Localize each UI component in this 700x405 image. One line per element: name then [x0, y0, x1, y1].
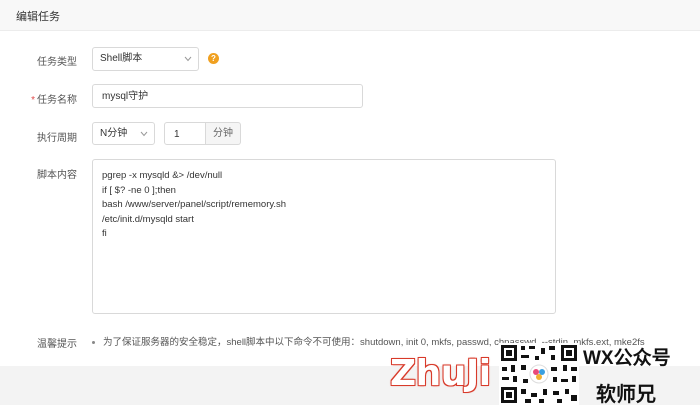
- tips-label: 温馨提示: [37, 339, 77, 350]
- script-line: /etc/init.d/mysqld start: [102, 213, 194, 225]
- script-line: if [ $? -ne 0 ];then: [102, 184, 176, 196]
- dialog-title: 编辑任务: [16, 11, 60, 23]
- help-icon[interactable]: ?: [208, 53, 219, 64]
- watermark-name: 软师兄: [596, 384, 656, 405]
- task-type-value: Shell脚本: [100, 53, 143, 64]
- task-name-label: * 任务名称: [31, 95, 77, 106]
- script-line: pgrep -x mysqld &> /dev/null: [102, 170, 223, 181]
- task-type-label: 任务类型: [37, 57, 77, 68]
- script-line: fi: [102, 228, 107, 239]
- watermark-brand: ZhuJi: [390, 353, 491, 394]
- script-label: 脚本内容: [37, 170, 77, 181]
- script-textarea[interactable]: pgrep -x mysqld &> /dev/null if [ $? -ne…: [92, 159, 556, 314]
- chevron-down-icon: [184, 56, 192, 62]
- chevron-down-icon: [140, 131, 148, 137]
- dialog-header: 编辑任务: [0, 0, 700, 31]
- watermark-wx: WX公众号: [583, 348, 671, 369]
- period-unit-select[interactable]: N分钟: [92, 122, 155, 145]
- task-type-select[interactable]: Shell脚本: [92, 47, 199, 71]
- task-name-input[interactable]: mysql守护: [92, 84, 363, 108]
- bullet-icon: [92, 340, 95, 344]
- period-number-input[interactable]: 1: [164, 122, 206, 145]
- script-line: bash /www/server/panel/script/rememory.s…: [102, 199, 287, 210]
- period-unit-addon: 分钟: [206, 122, 241, 145]
- period-label: 执行周期: [37, 133, 77, 144]
- period-unit-value: N分钟: [100, 128, 128, 139]
- required-mark: *: [31, 95, 35, 106]
- dialog-footer: [0, 366, 700, 405]
- qr-code-icon: [499, 343, 579, 405]
